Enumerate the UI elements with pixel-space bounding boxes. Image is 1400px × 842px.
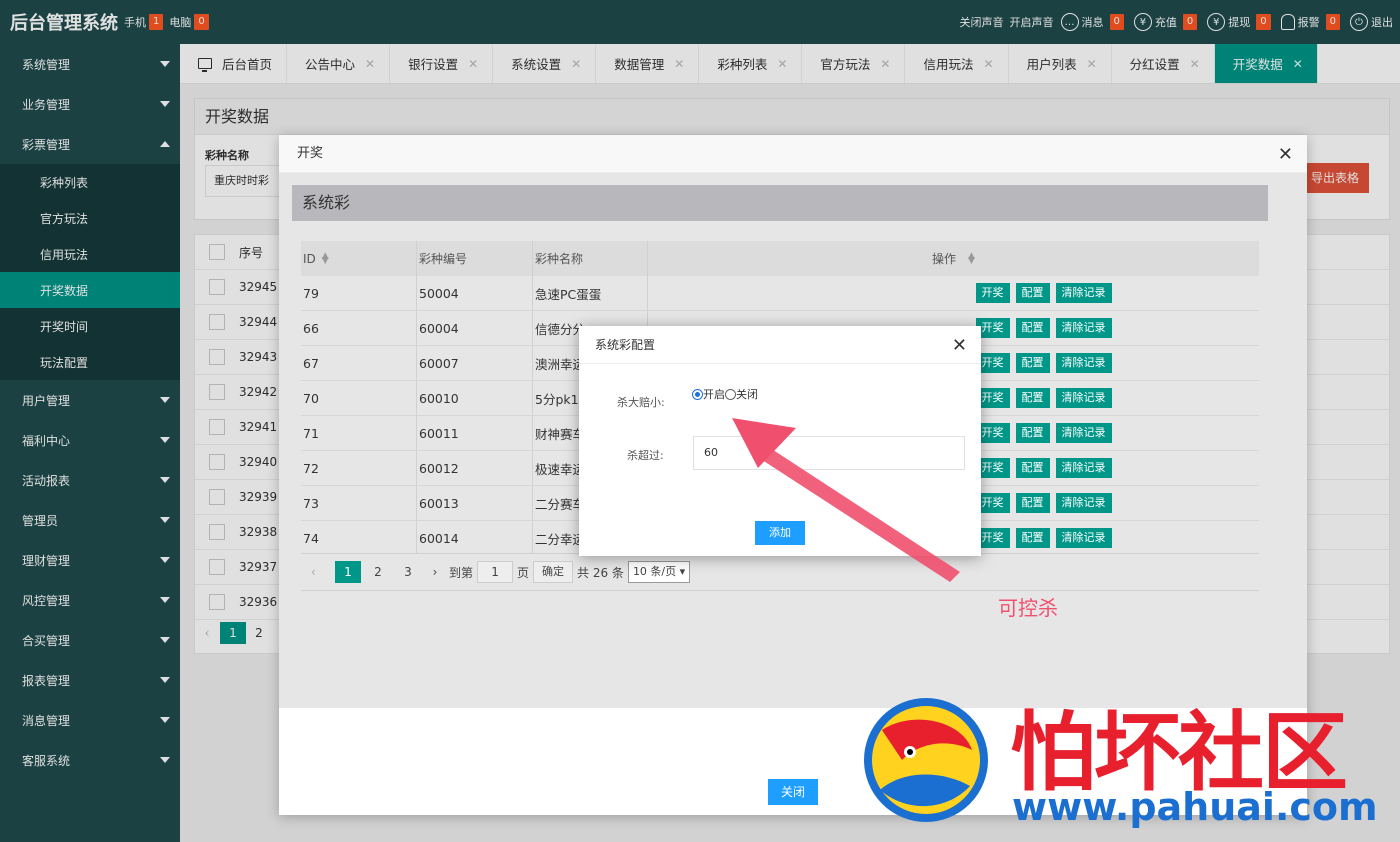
cell-code: 60014 (417, 521, 533, 555)
config-button[interactable]: 配置 (1015, 493, 1050, 513)
section-title: 系统彩 (292, 185, 1268, 221)
clear-records-button[interactable]: 清除记录 (1055, 423, 1112, 443)
config-dialog: 系统彩配置 ✕ 杀大赔小: 开启 关闭 杀超过: 60 添加 (579, 326, 981, 556)
exceed-label: 杀超过: (627, 449, 664, 462)
close-button[interactable]: 关闭 (768, 779, 818, 805)
modal-pagination: ‹ 1 2 3 › 到第 1 页 确定 共 26 条 10 条/页 ▾ (301, 553, 1259, 591)
fish-logo-icon (864, 698, 988, 822)
column-header-op[interactable]: 操作 ▲ ▼ (648, 241, 1259, 276)
kill-mode-label: 杀大赔小: (617, 396, 665, 409)
cell-id: 70 (301, 381, 417, 415)
next-page-icon[interactable]: › (425, 565, 445, 579)
page-link[interactable]: 2 (365, 561, 391, 583)
goto-confirm-button[interactable]: 确定 (533, 561, 574, 583)
radio-off-label[interactable]: 关闭 (736, 386, 758, 402)
cell-code: 60010 (417, 381, 533, 415)
cell-code: 50004 (417, 276, 533, 310)
goto-page-input[interactable]: 1 (477, 561, 514, 583)
clear-records-button[interactable]: 清除记录 (1055, 528, 1112, 548)
add-button[interactable]: 添加 (755, 521, 805, 545)
watermark-url: www.pahuai.com (1012, 785, 1378, 829)
sort-icon[interactable]: ▲ ▼ (968, 251, 975, 265)
cell-id: 66 (301, 311, 417, 345)
total-count: 共 26 条 (577, 565, 624, 580)
cell-actions: 开奖 配置 清除记录 (648, 276, 1259, 310)
page-link[interactable]: 1 (335, 561, 361, 583)
page-label: 页 (517, 565, 530, 580)
cell-id: 73 (301, 486, 417, 520)
exceed-input[interactable]: 60 (693, 436, 965, 470)
clear-records-button[interactable]: 清除记录 (1055, 388, 1112, 408)
sort-icon[interactable]: ▲ ▼ (322, 251, 329, 265)
cell-code: 60004 (417, 311, 533, 345)
column-header-label: ID (303, 251, 316, 266)
column-header-name: 彩种名称 (533, 241, 648, 276)
kill-mode-radios: 开启 关闭 (692, 386, 758, 402)
cell-code: 60011 (417, 416, 533, 450)
cell-id: 67 (301, 346, 417, 380)
cell-code: 60013 (417, 486, 533, 520)
clear-records-button[interactable]: 清除记录 (1055, 353, 1112, 373)
column-header-code: 彩种编号 (417, 241, 533, 276)
dialog-title: 系统彩配置 (579, 326, 981, 364)
config-button[interactable]: 配置 (1015, 388, 1050, 408)
clear-records-button[interactable]: 清除记录 (1055, 318, 1112, 338)
per-page-value: 10 条/页 (632, 565, 677, 578)
cell-id: 72 (301, 451, 417, 485)
modal-title: 开奖 (279, 135, 1307, 173)
cell-name: 急速PC蛋蛋 (533, 276, 648, 310)
table-row: 79 50004 急速PC蛋蛋 开奖 配置 清除记录 (301, 276, 1259, 311)
radio-on[interactable] (692, 388, 703, 400)
column-header-label: 彩种编号 (419, 252, 468, 266)
radio-off[interactable] (725, 388, 736, 400)
cell-id: 79 (301, 276, 417, 310)
config-button[interactable]: 配置 (1015, 528, 1050, 548)
table-header: ID ▲ ▼ 彩种编号 彩种名称 操作 ▲ ▼ (301, 241, 1259, 276)
cell-code: 60007 (417, 346, 533, 380)
config-button[interactable]: 配置 (1015, 353, 1050, 373)
config-button[interactable]: 配置 (1015, 423, 1050, 443)
radio-on-label[interactable]: 开启 (703, 386, 725, 402)
config-button[interactable]: 配置 (1015, 458, 1050, 478)
column-header-label: 操作 (932, 252, 957, 266)
config-button[interactable]: 配置 (1015, 318, 1050, 338)
config-button[interactable]: 配置 (1015, 283, 1050, 303)
cell-id: 71 (301, 416, 417, 450)
cell-code: 60012 (417, 451, 533, 485)
goto-label: 到第 (449, 565, 474, 580)
clear-records-button[interactable]: 清除记录 (1055, 283, 1112, 303)
clear-records-button[interactable]: 清除记录 (1055, 493, 1112, 513)
clear-records-button[interactable]: 清除记录 (1055, 458, 1112, 478)
per-page-select[interactable]: 10 条/页 ▾ (627, 561, 691, 583)
close-icon[interactable]: ✕ (952, 335, 967, 356)
page-link[interactable]: 3 (395, 561, 421, 583)
column-header-label: 彩种名称 (535, 252, 584, 266)
prev-page-icon[interactable]: ‹ (311, 565, 331, 579)
annotation-text: 可控杀 (998, 596, 1058, 620)
column-header-id[interactable]: ID ▲ ▼ (301, 241, 417, 276)
close-icon[interactable]: ✕ (1278, 144, 1293, 165)
cell-id: 74 (301, 521, 417, 555)
draw-button[interactable]: 开奖 (975, 283, 1010, 303)
